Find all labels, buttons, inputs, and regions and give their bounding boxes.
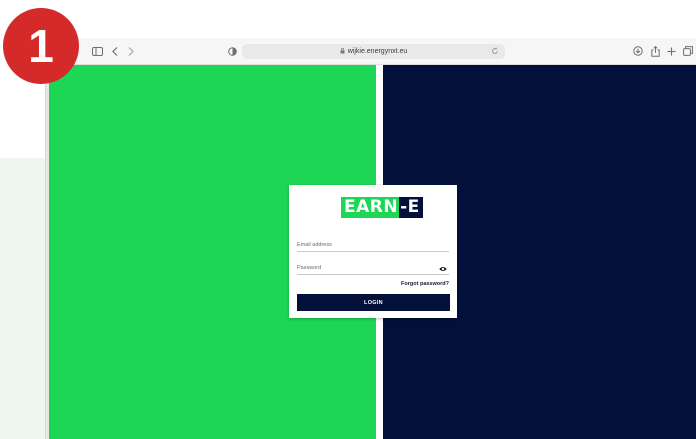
download-icon[interactable]	[633, 44, 643, 58]
email-placeholder: Email address	[297, 242, 332, 248]
privacy-shield-icon[interactable]	[228, 44, 237, 58]
show-password-eye-icon[interactable]	[439, 265, 447, 271]
earn-e-logo: EARN -E	[341, 197, 423, 218]
step-number-badge: 1	[3, 8, 79, 84]
back-icon[interactable]	[112, 44, 118, 58]
forgot-password-link[interactable]: Forgot password?	[401, 281, 449, 287]
browser-toolbar: wijkie.energynxt.eu	[46, 38, 696, 65]
lock-icon	[340, 47, 345, 56]
sidebar-icon[interactable]	[92, 44, 103, 58]
forward-icon[interactable]	[128, 44, 134, 58]
reload-icon[interactable]	[491, 47, 499, 57]
address-bar[interactable]: wijkie.energynxt.eu	[242, 44, 505, 59]
new-tab-icon[interactable]	[667, 44, 676, 58]
page-viewport: EARN -E Email address Password Forgot pas…	[46, 65, 696, 439]
login-card: EARN -E Email address Password Forgot pas…	[289, 185, 457, 318]
password-field[interactable]: Password	[297, 262, 449, 275]
logo-part-a: EARN	[341, 197, 400, 218]
url-text: wijkie.energynxt.eu	[347, 48, 408, 55]
browser-window: wijkie.energynxt.eu EARN -E Email addres…	[45, 38, 696, 439]
tabs-overview-icon[interactable]	[683, 44, 693, 58]
logo-part-b: -E	[399, 197, 423, 218]
share-icon[interactable]	[651, 44, 660, 58]
login-button[interactable]: LOGIN	[297, 294, 450, 311]
password-placeholder: Password	[297, 265, 322, 271]
email-field[interactable]: Email address	[297, 239, 449, 252]
